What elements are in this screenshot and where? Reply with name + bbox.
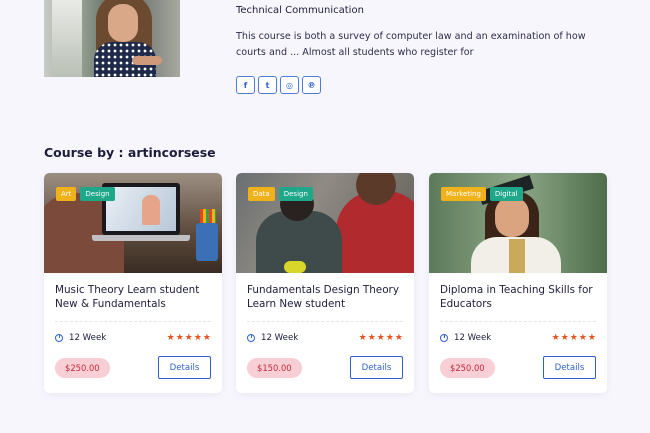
course-image[interactable]: Art Design [44,173,222,273]
divider [55,321,211,322]
category-tag[interactable]: Digital [489,187,523,201]
course-duration: 12 Week [440,333,491,343]
course-title[interactable]: Music Theory Learn student New & Fundame… [44,273,222,316]
course-duration: 12 Week [247,333,298,343]
star-icon: ★ [385,332,394,343]
author-photo [44,0,180,77]
duration-label: 12 Week [261,332,299,343]
facebook-icon[interactable]: f [236,76,255,94]
star-icon: ★ [569,332,578,343]
category-tag[interactable]: Design [278,187,313,201]
star-icon: ★ [358,332,367,343]
details-button[interactable]: Details [350,356,403,379]
twitter-icon[interactable]: t [258,76,277,94]
author-role: Technical Communication [236,5,364,16]
star-icon: ★ [184,332,193,343]
section-title: Course by : artincorsese [44,145,216,160]
category-tag[interactable]: Design [80,187,115,201]
star-icon: ★ [202,332,211,343]
clock-icon [440,333,448,342]
divider [247,321,403,322]
course-card[interactable]: Data Design Fundamentals Design Theory L… [236,173,414,393]
rating-stars: ★ ★ ★ ★ ★ [552,333,596,343]
star-icon: ★ [587,332,596,343]
star-icon: ★ [175,332,184,343]
price-badge: $150.00 [247,357,302,378]
course-image[interactable]: Marketing Digital [429,173,607,273]
clock-icon [55,333,63,342]
author-info: Technical Communication This course is b… [236,4,616,61]
rating-stars: ★ ★ ★ ★ ★ [359,333,403,343]
instagram-icon[interactable]: ◎ [280,76,299,94]
pinterest-icon[interactable]: ℗ [302,76,321,94]
duration-label: 12 Week [69,332,107,343]
category-tag[interactable]: Data [248,187,275,201]
star-icon: ★ [193,332,202,343]
divider [440,321,596,322]
course-card[interactable]: Art Design Music Theory Learn student Ne… [44,173,222,393]
course-card[interactable]: Marketing Digital Diploma in Teaching Sk… [429,173,607,393]
duration-label: 12 Week [454,332,492,343]
star-icon: ★ [578,332,587,343]
details-button[interactable]: Details [158,356,211,379]
clock-icon [247,333,255,342]
star-icon: ★ [394,332,403,343]
details-button[interactable]: Details [543,356,596,379]
star-icon: ★ [376,332,385,343]
rating-stars: ★ ★ ★ ★ ★ [167,333,211,343]
star-icon: ★ [367,332,376,343]
course-title[interactable]: Diploma in Teaching Skills for Educators [429,273,607,316]
price-badge: $250.00 [440,357,495,378]
price-badge: $250.00 [55,357,110,378]
star-icon: ★ [560,332,569,343]
category-tag[interactable]: Art [56,187,77,201]
author-bio: This course is both a survey of computer… [236,31,586,58]
course-image[interactable]: Data Design [236,173,414,273]
course-title[interactable]: Fundamentals Design Theory Learn New stu… [236,273,414,316]
star-icon: ★ [551,332,560,343]
category-tag[interactable]: Marketing [441,187,486,201]
social-links: f t ◎ ℗ [236,76,321,94]
course-duration: 12 Week [55,333,106,343]
star-icon: ★ [166,332,175,343]
